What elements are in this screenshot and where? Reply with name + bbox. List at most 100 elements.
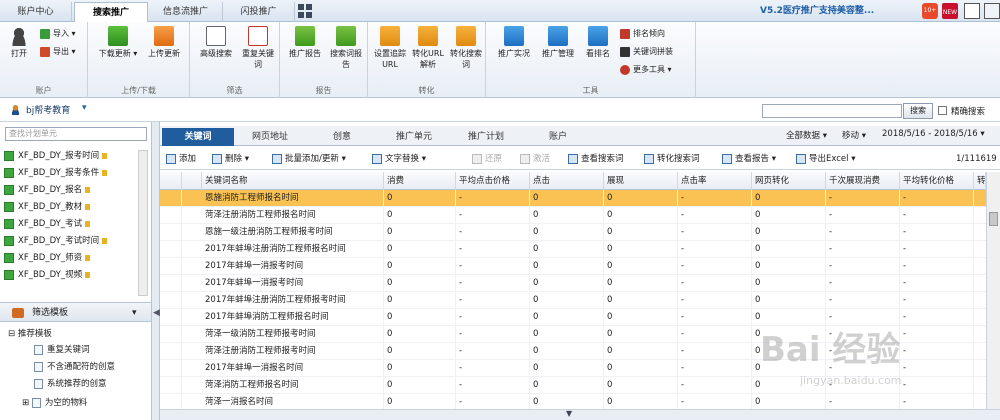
data-scope-dropdown[interactable]: 全部数据 ▾ xyxy=(786,129,827,141)
date-range-picker[interactable]: 2018/5/16 - 2018/5/16 ▾ xyxy=(882,129,985,139)
tree-item[interactable]: XF_BD_DY_考试 xyxy=(4,216,91,233)
new-feature-icon[interactable]: NEW xyxy=(942,3,958,19)
row-select-cell[interactable] xyxy=(160,224,182,241)
col-select[interactable] xyxy=(160,172,182,190)
tab-ad-groups[interactable]: 推广单元 xyxy=(378,128,450,146)
tab-campaigns[interactable]: 推广计划 xyxy=(450,128,522,146)
table-cell[interactable]: 菏泽一消报名时间 xyxy=(202,394,384,410)
col-ctr[interactable]: 点击率 xyxy=(678,172,752,190)
filter-template-header[interactable]: 筛选模板 ▾ xyxy=(0,302,151,322)
rank-trend-button[interactable]: 排名倾向 xyxy=(620,28,665,40)
search-button[interactable]: 搜索 xyxy=(903,103,933,119)
tree-item[interactable]: XF_BD_DY_报考时间 xyxy=(4,148,108,165)
chevron-down-icon[interactable]: ▾ xyxy=(132,303,137,323)
open-button[interactable]: 打开 xyxy=(6,26,32,59)
row-select-cell[interactable] xyxy=(160,326,182,343)
tab-search-promotion[interactable]: 搜索推广 xyxy=(74,2,148,22)
row-select-cell[interactable] xyxy=(160,360,182,377)
table-cell[interactable]: 2017年蚌埠一消报名时间 xyxy=(202,360,384,377)
tab-feed-promotion[interactable]: 信息流推广 xyxy=(149,2,223,22)
col-keyword[interactable]: 关键词名称 xyxy=(202,172,384,190)
device-dropdown[interactable]: 移动 ▾ xyxy=(842,129,866,141)
download-update-button[interactable]: 下载更新 ▾ xyxy=(98,26,138,59)
view-search-terms-button[interactable]: 查看搜索词 xyxy=(568,153,624,165)
table-cell[interactable]: 2017年蚌埠一消报考时间 xyxy=(202,258,384,275)
tab-account[interactable]: 账户 xyxy=(522,128,594,146)
convert-search-terms-button[interactable]: 转化搜索词 xyxy=(644,153,700,165)
table-row[interactable]: 恩施消防工程师报名时间 0-0 0-0- - xyxy=(160,190,986,207)
version-notice[interactable]: V5.2医疗推广支持美容整... xyxy=(760,0,874,22)
filter-item[interactable]: ⊞ 为空的物料 xyxy=(22,395,87,411)
tree-item[interactable]: XF_BD_DY_考试时间 xyxy=(4,233,108,250)
col-avg-cpc[interactable]: 平均点击价格 xyxy=(456,172,530,190)
row-select-cell[interactable] xyxy=(160,190,182,207)
plan-search-input[interactable]: 查找计划单元 xyxy=(5,127,147,141)
table-cell[interactable]: 2017年蚌埠注册消防工程师报名时间 xyxy=(202,241,384,258)
col-clicks[interactable]: 点击 xyxy=(530,172,604,190)
tab-urls[interactable]: 网页地址 xyxy=(234,128,306,146)
set-tracking-url-button[interactable]: 设置追踪URL xyxy=(372,26,408,70)
add-button[interactable]: 添加 xyxy=(166,153,196,165)
tree-item[interactable]: XF_BD_DY_报考条件 xyxy=(4,165,108,182)
col-avg-conv-price[interactable]: 平均转化价格 xyxy=(900,172,974,190)
collapse-arrow-icon[interactable]: ◀ xyxy=(153,308,160,318)
row-select-cell[interactable] xyxy=(160,377,182,394)
filter-item[interactable]: 不含通配符的创意 xyxy=(34,359,115,375)
export-excel-button[interactable]: 导出Excel ▾ xyxy=(796,153,856,165)
import-button[interactable]: 导入 ▾ xyxy=(40,28,76,40)
table-cell[interactable]: 2017年蚌埠消防工程师报名时间 xyxy=(202,309,384,326)
collapse-down-arrow-icon[interactable]: ▼ xyxy=(566,409,572,418)
tree-scrollbar[interactable] xyxy=(138,150,148,296)
duplicate-keywords-button[interactable]: 重复关键词 xyxy=(240,26,276,70)
panel-splitter[interactable]: ◀ xyxy=(152,122,160,420)
user-name[interactable]: bj帮考教育 xyxy=(26,103,70,116)
view-rank-button[interactable]: 看排名 xyxy=(582,26,614,59)
col-impressions[interactable]: 展现 xyxy=(604,172,678,190)
edit-icon[interactable] xyxy=(964,3,980,19)
tab-creatives[interactable]: 创意 xyxy=(306,128,378,146)
text-replace-button[interactable]: 文字替换 ▾ xyxy=(372,153,426,165)
search-term-report-button[interactable]: 搜索词报告 xyxy=(328,26,364,70)
table-row[interactable]: 恩施一级注册消防工程师报考时间 0-0 0-0- - xyxy=(160,224,986,241)
table-cell[interactable]: 2017年蚌埠一消报考时间 xyxy=(202,275,384,292)
table-cell[interactable]: 菏泽一级消防工程师报考时间 xyxy=(202,326,384,343)
view-report-button[interactable]: 查看报告 ▾ xyxy=(722,153,776,165)
promotion-report-button[interactable]: 推广报告 xyxy=(286,26,324,59)
promotion-manage-button[interactable]: 推广管理 xyxy=(538,26,578,59)
table-row[interactable]: 菏泽注册消防工程师报名时间 0-0 0-0- - xyxy=(160,207,986,224)
table-cell[interactable]: 2017年蚌埠注册消防工程师报考时间 xyxy=(202,292,384,309)
tree-item[interactable]: XF_BD_DY_视频 xyxy=(4,267,91,284)
tab-keywords[interactable]: 关键词 xyxy=(162,128,234,146)
restore-button[interactable]: 还原 xyxy=(472,153,502,165)
scroll-thumb[interactable] xyxy=(989,212,998,226)
batch-add-button[interactable]: 批量添加/更新 ▾ xyxy=(272,153,346,165)
row-select-cell[interactable] xyxy=(160,241,182,258)
col-cost[interactable]: 消费 xyxy=(384,172,456,190)
chevron-down-icon[interactable]: ▾ xyxy=(82,103,87,113)
tree-item[interactable]: XF_BD_DY_师资 xyxy=(4,250,91,267)
table-cell[interactable]: 菏泽注册消防工程师报名时间 xyxy=(202,207,384,224)
tab-account-center[interactable]: 账户中心 xyxy=(0,2,72,22)
col-status[interactable] xyxy=(182,172,202,190)
promotion-live-button[interactable]: 推广实况 xyxy=(494,26,534,59)
convert-search-term-button[interactable]: 转化搜索词 xyxy=(448,26,484,70)
tab-flash-promotion[interactable]: 闪投推广 xyxy=(223,2,295,22)
row-select-cell[interactable] xyxy=(160,394,182,410)
col-conversions[interactable]: 网页转化 xyxy=(752,172,826,190)
table-row[interactable]: 2017年蚌埠一消报考时间 0-0 0-0- - xyxy=(160,275,986,292)
row-select-cell[interactable] xyxy=(160,309,182,326)
activate-button[interactable]: 激活 xyxy=(520,153,550,165)
table-row[interactable]: 2017年蚌埠注册消防工程师报考时间 0-0 0-0- - xyxy=(160,292,986,309)
exact-search-checkbox[interactable] xyxy=(938,106,947,115)
table-row[interactable]: 2017年蚌埠一消报考时间 0-0 0-0- - xyxy=(160,258,986,275)
row-select-cell[interactable] xyxy=(160,275,182,292)
col-conv-more[interactable]: 转 xyxy=(974,172,986,190)
filter-root[interactable]: ⊟ 推荐模板 xyxy=(8,326,52,342)
help-icon[interactable] xyxy=(984,3,1000,19)
upload-update-button[interactable]: 上传更新 xyxy=(144,26,184,59)
row-select-cell[interactable] xyxy=(160,258,182,275)
more-tools-button[interactable]: 更多工具 ▾ xyxy=(620,64,672,76)
notification-icon[interactable]: 10+ xyxy=(922,3,938,19)
table-row[interactable]: 2017年蚌埠注册消防工程师报名时间 0-0 0-0- - xyxy=(160,241,986,258)
table-horizontal-scrollbar[interactable]: ▼ xyxy=(160,409,1000,420)
